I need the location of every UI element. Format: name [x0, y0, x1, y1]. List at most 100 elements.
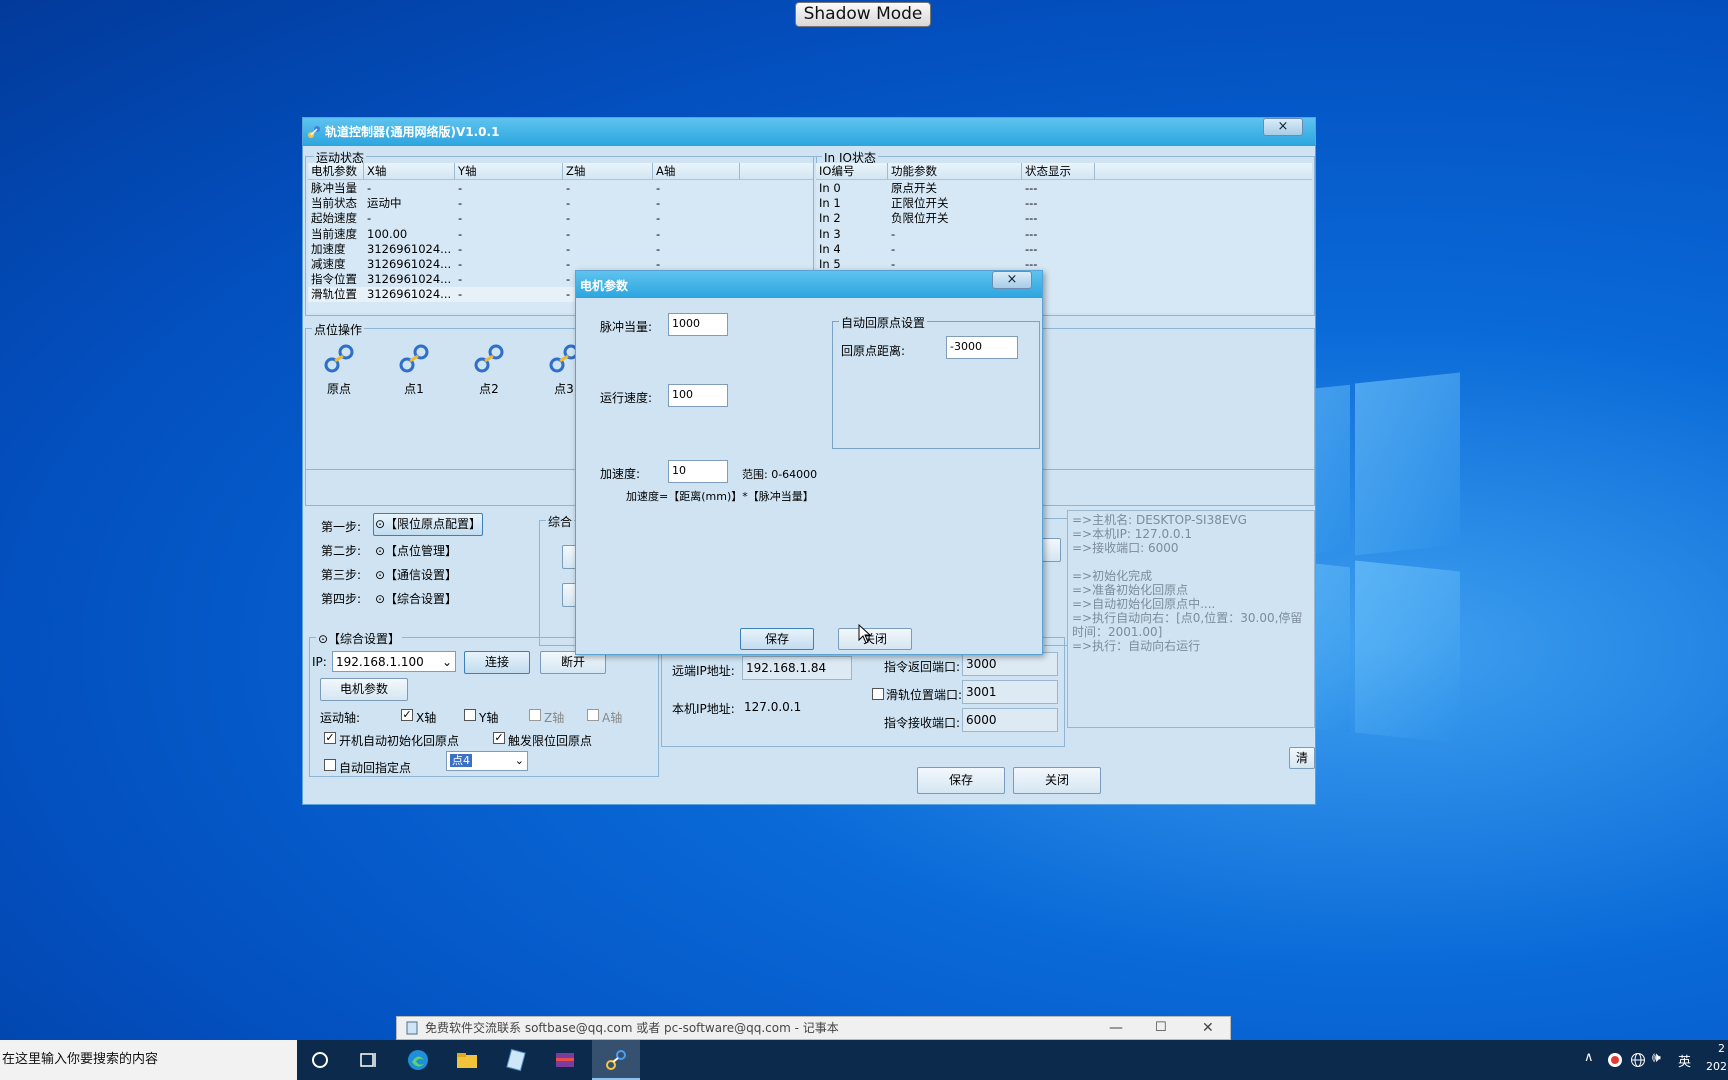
return-port-field[interactable]: 3000: [962, 652, 1058, 676]
task-view-icon[interactable]: [356, 1048, 380, 1072]
volume-icon[interactable]: 🕪: [1652, 1050, 1661, 1066]
io-col-header[interactable]: IO编号: [819, 163, 887, 180]
network-icon[interactable]: [1630, 1052, 1646, 1068]
axis-x-checkbox[interactable]: ✓: [401, 709, 413, 721]
log-line: =>初始化完成: [1072, 569, 1153, 583]
motion-cell: -: [656, 226, 661, 241]
notepad-window[interactable]: 免费软件交流联系 softbase@qq.com 或者 pc-software@…: [396, 1016, 1231, 1040]
limit-home-checkbox[interactable]: ✓: [493, 732, 505, 744]
motion-cell: 当前状态: [311, 196, 357, 211]
motion-cell: -: [458, 226, 463, 241]
auto-point-checkbox[interactable]: [324, 759, 336, 771]
dialog-close-button[interactable]: ×: [992, 271, 1032, 289]
minimize-icon[interactable]: —: [1109, 1017, 1123, 1039]
io-row[interactable]: In 0 原点开关 ---: [816, 181, 1312, 196]
active-app-slot[interactable]: [592, 1040, 640, 1080]
dialog-titlebar[interactable]: 电机参数: [576, 271, 1042, 298]
motion-cell: -: [458, 211, 463, 226]
io-col-header[interactable]: 功能参数: [891, 163, 1021, 180]
motion-cell: -: [367, 181, 372, 195]
main-close-button[interactable]: ×: [1263, 118, 1303, 136]
home-distance-field[interactable]: -3000: [946, 336, 1018, 359]
step3-label: 第三步:: [321, 568, 362, 582]
motion-row[interactable]: 当前状态 运动中 - - -: [308, 196, 814, 211]
recv-port-field[interactable]: 6000: [962, 708, 1058, 732]
point-2[interactable]: 点2: [464, 343, 514, 397]
point-select[interactable]: 点4 ⌄: [446, 751, 528, 771]
io-cell: ---: [1025, 196, 1038, 211]
mouse-cursor-icon: [858, 624, 872, 644]
motion-row[interactable]: 脉冲当量 - - - -: [308, 181, 814, 196]
comm-settings-link[interactable]: ⊙【通信设置】: [375, 566, 457, 583]
clock-date[interactable]: 202: [1706, 1060, 1727, 1073]
rail-port-field[interactable]: 3001: [962, 680, 1058, 704]
io-cell: 原点开关: [891, 181, 937, 195]
pulse-label: 脉冲当量:: [600, 320, 653, 334]
motor-params-button[interactable]: 电机参数: [320, 678, 408, 701]
close-icon[interactable]: ✕: [1202, 1017, 1214, 1039]
ip-select[interactable]: 192.168.1.100 ⌄: [332, 651, 456, 672]
log-line: =>接收端口: 6000: [1072, 541, 1179, 555]
main-close-btn[interactable]: 关闭: [1013, 767, 1101, 794]
edge-icon[interactable]: [406, 1048, 430, 1072]
log-panel[interactable]: =>主机名: DESKTOP-SI38EVG =>本机IP: 127.0.0.1…: [1067, 510, 1315, 728]
accel-range: 范围: 0-64000: [742, 468, 818, 481]
column-divider: [1094, 163, 1095, 180]
io-row[interactable]: In 2 负限位开关 ---: [816, 211, 1312, 226]
auto-init-checkbox[interactable]: ✓: [324, 732, 336, 744]
motion-col-header[interactable]: X轴: [367, 163, 454, 180]
dialog-save-button[interactable]: 保存: [740, 628, 814, 650]
maximize-icon[interactable]: ☐: [1155, 1017, 1167, 1039]
search-placeholder: 在这里输入你要搜索的内容: [2, 1052, 159, 1067]
file-explorer-icon[interactable]: [455, 1048, 479, 1072]
motion-cell: 起始速度: [311, 211, 357, 226]
axis-a-checkbox[interactable]: [587, 709, 599, 721]
motion-cell: -: [458, 287, 463, 302]
motion-header: 电机参数 X轴 Y轴 Z轴 A轴: [308, 163, 814, 180]
axis-y-checkbox[interactable]: [464, 709, 476, 721]
speed-field[interactable]: 100: [668, 384, 728, 407]
remote-ip-field[interactable]: 192.168.1.84: [742, 656, 852, 680]
point-origin[interactable]: 原点: [314, 343, 364, 397]
motion-cell: 3126961024...: [367, 287, 452, 302]
io-row[interactable]: In 1 正限位开关 ---: [816, 196, 1312, 211]
io-row[interactable]: In 4- ---: [816, 242, 1312, 257]
motion-col-header[interactable]: A轴: [656, 163, 722, 180]
clear-log-button[interactable]: 清: [1289, 747, 1315, 769]
taskbar-search-box[interactable]: 在这里输入你要搜索的内容: [0, 1040, 297, 1080]
io-col-header[interactable]: 状态显示: [1025, 163, 1091, 180]
limit-origin-config-button[interactable]: ⊙【限位原点配置】: [373, 513, 483, 536]
tray-chevron-icon[interactable]: ∧: [1584, 1050, 1594, 1065]
motion-col-header[interactable]: 电机参数: [311, 163, 363, 180]
dialog-close-btn[interactable]: 关闭: [838, 628, 912, 650]
step4-label: 第四步:: [321, 592, 362, 606]
pulse-field[interactable]: 1000: [668, 313, 728, 336]
shadow-mode-button[interactable]: Shadow Mode: [795, 2, 931, 27]
io-row[interactable]: In 3- ---: [816, 227, 1312, 242]
notepad-taskbar-icon[interactable]: [504, 1048, 528, 1072]
motion-col-header[interactable]: Y轴: [458, 163, 562, 180]
general-settings-title: ⊙【综合设置】: [316, 630, 403, 647]
point-icon: [324, 344, 354, 373]
rail-port-checkbox[interactable]: [872, 688, 884, 700]
archive-app-icon[interactable]: [553, 1048, 577, 1072]
motion-row[interactable]: 当前速度 100.00 - - -: [308, 227, 814, 242]
io-cell: -: [891, 241, 896, 256]
point-manage-link[interactable]: ⊙【点位管理】: [375, 542, 457, 559]
motion-row[interactable]: 起始速度 - - - -: [308, 211, 814, 226]
accel-field[interactable]: 10: [668, 460, 728, 483]
main-titlebar[interactable]: 轨道控制器(通用网络版)V1.0.1: [303, 118, 1315, 146]
clock-time[interactable]: 2: [1718, 1042, 1725, 1055]
motion-cell: -: [566, 241, 571, 256]
main-save-button[interactable]: 保存: [917, 767, 1005, 794]
motion-row[interactable]: 加速度 3126961024... - - -: [308, 242, 814, 257]
motion-col-header[interactable]: Z轴: [566, 163, 652, 180]
ime-indicator[interactable]: 英: [1678, 1051, 1691, 1070]
cortana-icon[interactable]: [308, 1048, 332, 1072]
connect-button[interactable]: 连接: [464, 651, 530, 674]
point-1[interactable]: 点1: [389, 343, 439, 397]
record-icon[interactable]: [1607, 1052, 1623, 1068]
axis-z-checkbox[interactable]: [529, 709, 541, 721]
general-settings-link[interactable]: ⊙【综合设置】: [375, 590, 457, 607]
